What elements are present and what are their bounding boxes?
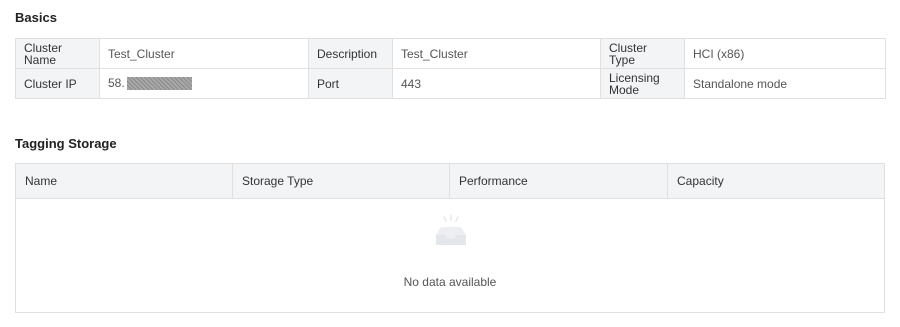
port-value: 443: [392, 68, 601, 99]
redacted-ip-mask: [126, 77, 192, 91]
port-label: Port: [308, 68, 393, 99]
description-label: Description: [308, 38, 393, 69]
cluster-ip-text: 58.: [108, 75, 125, 90]
empty-inbox-icon: [436, 214, 466, 245]
cluster-type-label: Cluster Type: [600, 38, 685, 69]
column-header-storage-type[interactable]: Storage Type: [233, 164, 450, 198]
tagging-storage-section-title: Tagging Storage: [15, 136, 117, 151]
description-value: Test_Cluster: [392, 38, 601, 69]
table-header: Name Storage Type Performance Capacity: [16, 164, 884, 199]
column-header-performance[interactable]: Performance: [450, 164, 668, 198]
basics-row: Cluster IP 58. Port 443 Licensing Mode S…: [15, 68, 886, 99]
basics-table: Cluster Name Test_Cluster Description Te…: [15, 38, 886, 99]
cluster-type-value: HCI (x86): [684, 38, 886, 69]
cluster-ip-label: Cluster IP: [15, 68, 100, 99]
basics-row: Cluster Name Test_Cluster Description Te…: [15, 38, 886, 69]
tagging-storage-table: Name Storage Type Performance Capacity N…: [15, 163, 885, 313]
column-header-name[interactable]: Name: [16, 164, 233, 198]
licensing-mode-value: Standalone mode: [684, 68, 886, 99]
cluster-name-value: Test_Cluster: [99, 38, 309, 69]
basics-section-title: Basics: [15, 10, 57, 25]
cluster-ip-value: 58.: [99, 68, 309, 99]
licensing-mode-label: Licensing Mode: [600, 68, 685, 99]
column-header-capacity[interactable]: Capacity: [668, 164, 884, 198]
empty-state: No data available: [16, 199, 884, 312]
cluster-name-label: Cluster Name: [15, 38, 100, 69]
empty-state-text: No data available: [403, 275, 497, 289]
